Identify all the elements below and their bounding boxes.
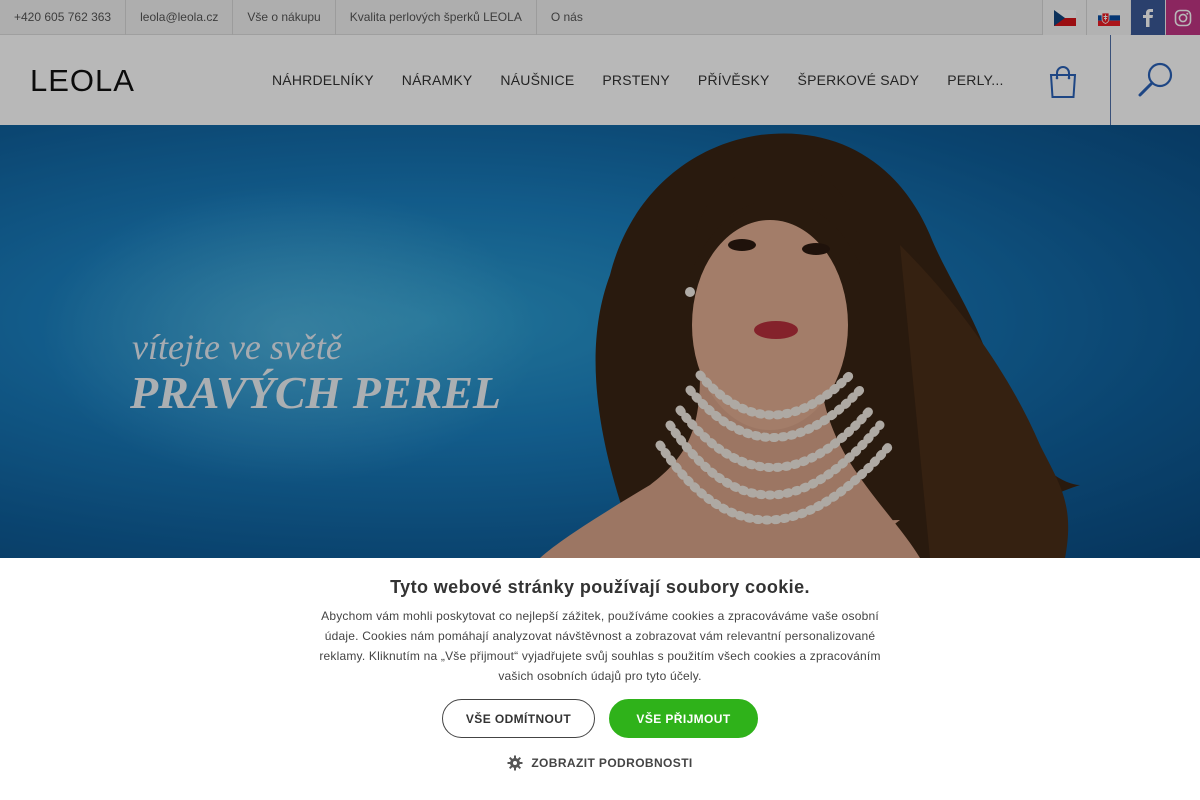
gear-icon	[507, 755, 523, 771]
modal-overlay	[0, 0, 1200, 558]
cookie-consent-banner: Tyto webové stránky používají soubory co…	[0, 558, 1200, 800]
cookie-text: Abychom vám mohli poskytovat co nejlepší…	[319, 609, 881, 683]
show-details-label: ZOBRAZIT PODROBNOSTI	[531, 756, 693, 770]
cookie-title: Tyto webové stránky používají soubory co…	[390, 577, 810, 597]
accept-all-button[interactable]: VŠE PŘIJMOUT	[609, 699, 758, 738]
show-details-button[interactable]: ZOBRAZIT PODROBNOSTI	[0, 755, 1200, 771]
decline-all-button[interactable]: VŠE ODMÍTNOUT	[442, 699, 595, 738]
